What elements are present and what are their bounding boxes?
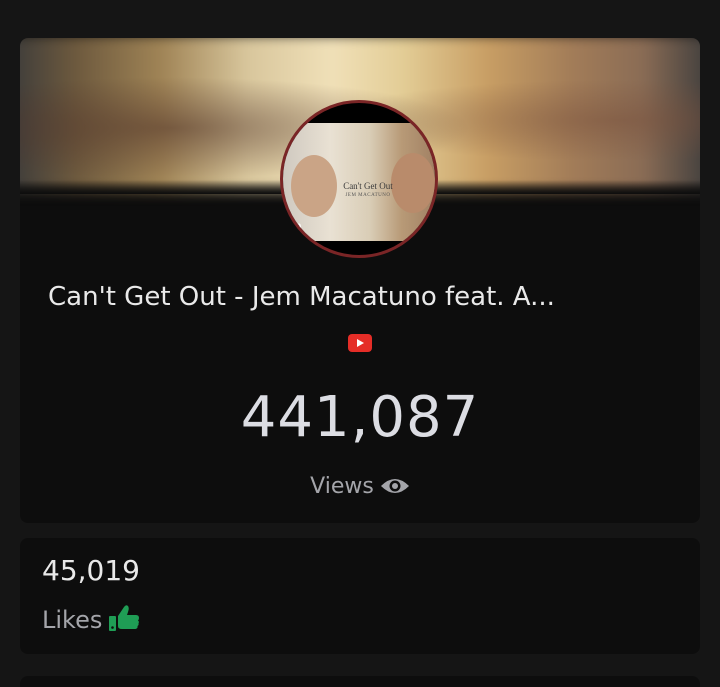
thumbnail-title-text: Can't Get Out xyxy=(343,181,393,191)
views-label-row: Views xyxy=(20,474,700,499)
video-thumbnail-avatar[interactable]: Can't Get Out JEM MACATUNO pp xyxy=(280,100,438,258)
views-label: Views xyxy=(310,474,374,499)
likes-card: 45,019 Likes xyxy=(20,538,700,654)
likes-label: Likes xyxy=(42,606,103,634)
likes-count: 45,019 xyxy=(42,554,140,587)
thumbnail-tag-text: pp xyxy=(289,221,302,232)
video-title[interactable]: Can't Get Out - Jem Macatuno feat. A... xyxy=(48,282,672,312)
youtube-icon[interactable] xyxy=(348,334,372,352)
video-card: Can't Get Out JEM MACATUNO pp Can't Get … xyxy=(20,38,700,523)
likes-label-row: Likes xyxy=(42,604,140,634)
next-card xyxy=(20,676,700,687)
thumbnail-subtitle-text: JEM MACATUNO xyxy=(345,193,391,198)
views-count: 441,087 xyxy=(240,385,480,450)
eye-icon xyxy=(380,479,409,493)
video-stats-page: Can't Get Out JEM MACATUNO pp Can't Get … xyxy=(0,0,720,687)
thumbs-up-icon xyxy=(109,605,140,631)
